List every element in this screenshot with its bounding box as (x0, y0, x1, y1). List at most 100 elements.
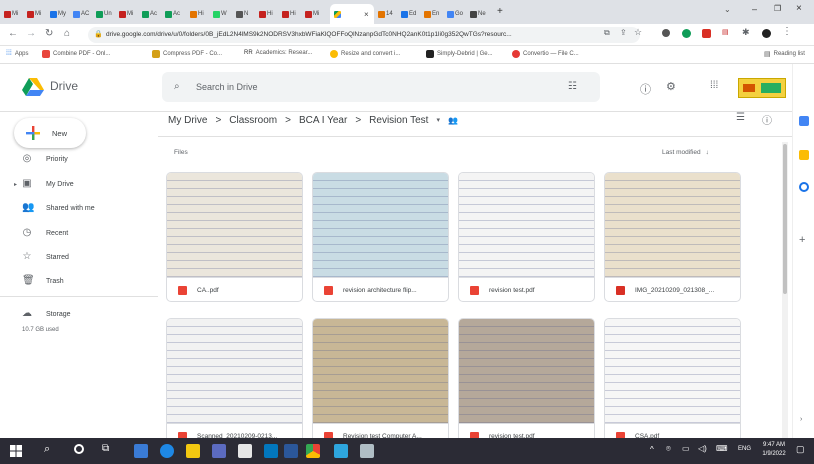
browser-tab[interactable]: Un (96, 4, 116, 24)
sidebar-item-my-drive[interactable]: ▣ My Drive (22, 179, 73, 189)
sidebar-item-shared[interactable]: 👥 Shared with me (22, 203, 95, 213)
browser-tab[interactable]: En (424, 4, 444, 24)
task-view-icon[interactable]: ⧉ (102, 443, 109, 454)
reload-icon[interactable]: ↻ (45, 28, 53, 39)
keyboard-icon[interactable]: ⌨ (716, 444, 728, 453)
tasks-icon[interactable] (799, 182, 809, 192)
sidebar-item-storage[interactable]: ☁ Storage (22, 309, 71, 319)
info-icon[interactable]: ⓘ (762, 112, 772, 127)
new-button[interactable]: New (14, 118, 86, 148)
browser-menu-icon[interactable]: ⋮ (782, 26, 792, 37)
browser-tab[interactable]: Hi (282, 4, 302, 24)
browser-tab[interactable]: Mi (4, 4, 24, 24)
browser-tab-active[interactable]: × (330, 4, 374, 24)
clock[interactable]: 9:47 AM 1/9/2022 (760, 441, 788, 459)
tab-search-icon[interactable]: ⌄ (724, 5, 731, 14)
file-card[interactable]: revision architecture flip... (312, 172, 449, 302)
breadcrumb-bca[interactable]: BCA I Year (299, 115, 347, 126)
keep-icon[interactable] (799, 150, 809, 160)
file-card[interactable]: CSA.pdf (604, 318, 741, 448)
file-card[interactable]: revision test.pdf (458, 318, 595, 448)
file-explorer-icon[interactable] (186, 444, 200, 458)
sort-control[interactable]: Last modified ↓ (662, 149, 709, 156)
browser-tab[interactable]: N (236, 4, 256, 24)
file-card[interactable]: CA..pdf (166, 172, 303, 302)
network-icon[interactable]: ⌾ (666, 444, 671, 454)
browser-tab[interactable]: W (213, 4, 233, 24)
settings-gear-icon[interactable]: ⚙ (666, 80, 676, 93)
cortana-icon[interactable] (74, 444, 84, 454)
taskbar-app-icon[interactable] (334, 444, 348, 458)
file-card[interactable]: Scanned_20210209-0213... (166, 318, 303, 448)
extension-icon[interactable]: ▤ (722, 28, 729, 36)
minimize-icon[interactable]: – (752, 4, 757, 14)
taskbar-app-icon[interactable] (238, 444, 252, 458)
battery-icon[interactable]: ▭ (682, 444, 690, 453)
extensions-puzzle-icon[interactable]: ✱ (742, 27, 750, 38)
tray-chevron-icon[interactable]: ^ (650, 445, 654, 454)
add-addon-icon[interactable]: + (799, 234, 805, 246)
taskbar-app-icon[interactable] (212, 444, 226, 458)
browser-tab[interactable]: Ne (470, 4, 490, 24)
browser-tab[interactable]: Mi (27, 4, 47, 24)
profile-icon[interactable] (762, 29, 771, 38)
extension-icon[interactable] (662, 29, 670, 37)
browser-tab[interactable]: Hi (259, 4, 279, 24)
breadcrumb-dropdown-icon[interactable]: ▾ (436, 116, 440, 124)
home-icon[interactable]: ⌂ (64, 28, 70, 39)
tab-close-icon[interactable]: × (364, 10, 369, 19)
browser-tab[interactable]: AC (73, 4, 93, 24)
volume-icon[interactable]: ◁) (698, 444, 707, 453)
sidebar-item-starred[interactable]: ☆ Starred (22, 252, 69, 262)
install-icon[interactable]: ⧉ (604, 28, 610, 38)
chevron-right-icon[interactable]: › (800, 416, 802, 423)
drive-logo-icon[interactable] (22, 78, 44, 96)
browser-tab[interactable]: Ac (165, 4, 185, 24)
browser-tab[interactable]: Hi (190, 4, 210, 24)
address-bar[interactable]: 🔒 drive.google.com/drive/u/0/folders/0B_… (88, 27, 640, 43)
browser-tab[interactable]: Go (447, 4, 467, 24)
calendar-icon[interactable] (799, 116, 809, 126)
browser-tab[interactable]: Mi (305, 4, 325, 24)
bookmark-item[interactable]: Convertio — File C... (512, 50, 579, 58)
windows-start-icon[interactable] (10, 445, 22, 457)
bookmark-item[interactable]: Combine PDF - Onl... (42, 50, 110, 58)
browser-tab[interactable]: Mi (119, 4, 139, 24)
chrome-icon[interactable] (306, 444, 320, 458)
close-window-icon[interactable]: × (796, 3, 802, 14)
reading-list[interactable]: ▤ Reading list (764, 50, 805, 58)
back-icon[interactable]: ← (8, 28, 18, 39)
browser-tab[interactable]: Ac (142, 4, 162, 24)
forward-icon[interactable]: → (26, 28, 36, 39)
file-card[interactable]: Revision test Computer A... (312, 318, 449, 448)
new-tab-button[interactable]: + (497, 6, 503, 17)
notifications-icon[interactable]: ▢ (796, 444, 805, 455)
help-icon[interactable]: ⓘ (640, 81, 651, 97)
search-input[interactable]: ⌕ Search in Drive ☷ (162, 72, 600, 102)
scrollbar-track[interactable] (782, 142, 788, 438)
sidebar-item-priority[interactable]: ◎ Priority (22, 154, 68, 164)
bookmark-star-icon[interactable]: ☆ (634, 27, 642, 38)
breadcrumb-my-drive[interactable]: My Drive (168, 115, 207, 126)
search-icon[interactable]: ⌕ (44, 443, 50, 456)
expand-arrow-icon[interactable]: ▸ (14, 181, 17, 188)
list-view-icon[interactable]: ☰ (736, 112, 745, 123)
google-apps-icon[interactable]: ⁞⁞⁞ (710, 80, 718, 91)
bookmark-item[interactable]: Resize and convert i... (330, 50, 400, 58)
breadcrumb-classroom[interactable]: Classroom (229, 115, 277, 126)
mail-icon[interactable] (264, 444, 278, 458)
bookmark-item[interactable]: Simply-Debrid | Ge... (426, 50, 493, 58)
language-indicator[interactable]: ENG (738, 446, 751, 452)
browser-tab[interactable]: Ed (401, 4, 421, 24)
word-icon[interactable] (284, 444, 298, 458)
file-card[interactable]: revision test.pdf (458, 172, 595, 302)
bookmark-item[interactable]: RR Academics: Resear... (244, 50, 312, 56)
taskbar-app-icon[interactable] (360, 444, 374, 458)
file-card[interactable]: IMG_20210209_021308_... (604, 172, 741, 302)
drive-logo-text[interactable]: Drive (50, 79, 78, 93)
search-icon[interactable]: ⌕ (174, 72, 180, 102)
share-icon[interactable]: ⇪ (620, 28, 627, 37)
scrollbar-thumb[interactable] (783, 144, 787, 294)
bookmark-item[interactable]: Compress PDF - Co... (152, 50, 222, 58)
bookmark-apps[interactable]: ⁞⁞⁞ Apps (6, 50, 29, 57)
